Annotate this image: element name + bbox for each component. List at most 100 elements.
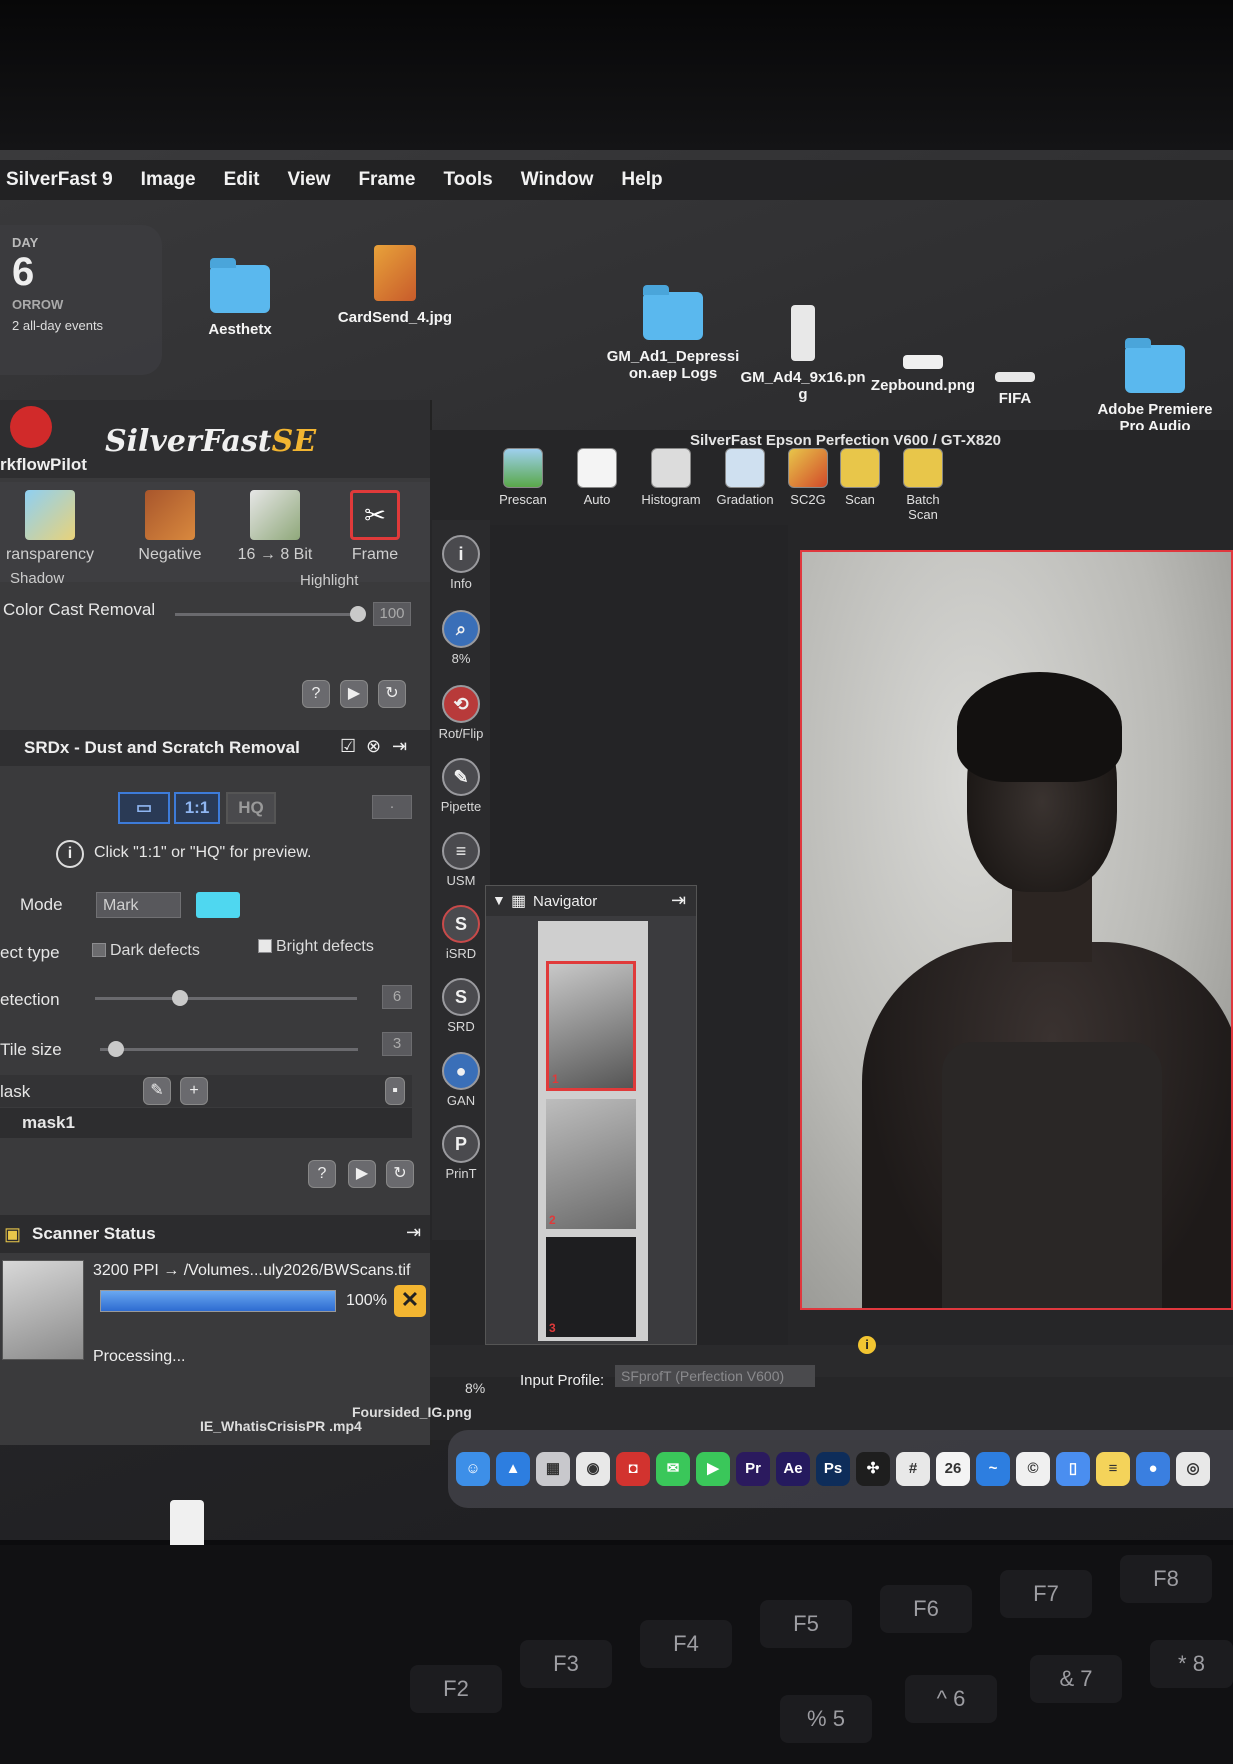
desktop-icon-gm-ad1[interactable]: GM_Ad1_Depressi on.aep Logs [607,285,739,383]
tool-srd[interactable]: S SRD [432,978,490,1034]
preview-1to1-button[interactable]: 1:1 [174,792,220,824]
tile-size-value[interactable]: 3 [382,1032,412,1056]
dock-app-launchpad[interactable]: ▦ [536,1452,570,1486]
desktop-icon-aesthetx[interactable]: Aesthetx [175,258,305,338]
mask-color-swatch[interactable] [196,892,240,918]
mask-add-icon[interactable]: + [180,1077,208,1105]
input-profile-select[interactable]: SFprofT (Perfection V600) [615,1365,815,1387]
keyboard-key[interactable]: F2 [410,1665,502,1713]
collapse-icon[interactable]: ▼ [492,892,506,908]
menu-edit[interactable]: Edit [224,169,260,191]
export-icon[interactable]: ⇥ [392,736,407,757]
dock-app-quicktime[interactable]: ● [1136,1452,1170,1486]
dock-app-photobooth[interactable]: ◘ [616,1452,650,1486]
tool-isrd[interactable]: SiSRD [432,905,490,961]
menu-tools[interactable]: Tools [443,169,492,191]
keyboard-key[interactable]: * 8 [1150,1640,1233,1688]
keyboard-key[interactable]: F6 [880,1585,972,1633]
tool-usm[interactable]: ≡ USM [432,832,490,888]
keyboard-key[interactable]: F7 [1000,1570,1092,1618]
menu-help[interactable]: Help [621,169,662,191]
dock-app-calendar[interactable]: 26 [936,1452,970,1486]
dock-app-after-effects[interactable]: Ae [776,1452,810,1486]
mode-frame[interactable]: ✂ Frame [325,490,425,564]
play-icon[interactable]: ▶ [348,1160,376,1188]
detection-slider[interactable] [95,997,357,1000]
tile-size-slider-handle[interactable] [108,1041,124,1057]
desktop-icon-fifa[interactable]: FIFA [975,350,1055,407]
toolbar-auto[interactable]: Auto [564,448,630,528]
help-icon[interactable]: ? [302,680,330,708]
toolbar-histogram[interactable]: Histogram [638,448,704,528]
dock-app-safari[interactable]: ◎ [1176,1452,1210,1486]
dock-app-figma[interactable]: ✣ [856,1452,890,1486]
tool-zoom[interactable]: ⌕ 8% [432,610,490,666]
desktop-icon-gm-ad4[interactable]: GM_Ad4_9x16.pn g [738,305,868,404]
dock-app-slack[interactable]: # [896,1452,930,1486]
menu-window[interactable]: Window [521,169,594,191]
menu-image[interactable]: Image [141,169,196,191]
menu-frame[interactable]: Frame [358,169,415,191]
detection-slider-handle[interactable] [172,990,188,1006]
dock-app-keynote[interactable]: ▲ [496,1452,530,1486]
preview-full-button[interactable]: ▭ [118,792,170,824]
srdx-mode-select[interactable]: Mark [96,892,181,918]
tool-printao[interactable]: P PrinT [432,1125,490,1181]
calendar-widget[interactable]: DAY 6 ORROW 2 all-day events [0,225,162,375]
toolbar-gradation[interactable]: Gradation [712,448,778,528]
dock-app-creative-cloud[interactable]: © [1016,1452,1050,1486]
dock-app-freeform[interactable]: ~ [976,1452,1010,1486]
toolbar-scan[interactable]: Scan [838,448,882,528]
color-cast-slider-handle[interactable] [350,606,366,622]
mask-list-item[interactable]: mask1 [0,1108,412,1138]
preview-hq-button[interactable]: HQ [226,792,276,824]
dock-app-finder[interactable]: ☺ [456,1452,490,1486]
export-icon[interactable]: ⇥ [671,890,686,911]
keyboard-key[interactable]: F4 [640,1620,732,1668]
scan-preview-image[interactable] [800,550,1233,1310]
menu-app-name[interactable]: SilverFast 9 [6,169,113,191]
desktop-file-label[interactable]: IE_WhatisCrisisPR .mp4 [200,1418,362,1434]
tool-rot-flip[interactable]: ⟲ Rot/Flip [432,685,490,741]
color-cast-slider[interactable] [175,613,355,616]
workflowpilot-logo-icon[interactable] [10,406,52,448]
keyboard-key[interactable]: F8 [1120,1555,1212,1603]
keyboard-key[interactable]: & 7 [1030,1655,1122,1703]
reset-icon[interactable]: ↻ [386,1160,414,1188]
dock-app-photoshop[interactable]: Ps [816,1452,850,1486]
check-icon[interactable]: ☑ [340,736,356,757]
menu-view[interactable]: View [287,169,330,191]
tool-info[interactable]: i Info [432,535,490,591]
warning-icon[interactable]: i [858,1336,876,1354]
dock-app-notes[interactable]: ≡ [1096,1452,1130,1486]
reset-icon[interactable]: ↻ [378,680,406,708]
mask-edit-icon[interactable]: ✎ [143,1077,171,1105]
tool-gane[interactable]: ● GAN [432,1052,490,1108]
dark-defects-checkbox[interactable]: Dark defects [92,942,200,960]
mode-negative[interactable]: Negative [120,490,220,564]
srdx-header[interactable]: SRDx - Dust and Scratch Removal ☑ ⊗ ⇥ [0,730,430,766]
keyboard-key[interactable]: % 5 [780,1695,872,1743]
tool-pipette[interactable]: ✎ Pipette [432,758,490,814]
dock-app-preview[interactable]: ▯ [1056,1452,1090,1486]
film-frame[interactable]: 1 [546,961,636,1091]
detection-value[interactable]: 6 [382,985,412,1009]
dock-app-chrome[interactable]: ◉ [576,1452,610,1486]
dock-app-facetime[interactable]: ▶ [696,1452,730,1486]
desktop-file-label[interactable]: Foursided_IG.png [352,1404,472,1420]
export-icon[interactable]: ⇥ [406,1222,421,1243]
keyboard-key[interactable]: F3 [520,1640,612,1688]
desktop-icon-zepbound[interactable]: Zepbound.png [858,335,988,394]
help-icon[interactable]: ? [308,1160,336,1188]
toolbar-batch-scan[interactable]: Batch Scan [890,448,956,528]
preview-options-button[interactable]: · [372,795,412,819]
film-frame[interactable]: 2 [546,1099,636,1229]
tile-size-slider[interactable] [100,1048,358,1051]
dock-app-premiere[interactable]: Pr [736,1452,770,1486]
color-cast-value[interactable]: 100 [373,602,411,626]
keyboard-key[interactable]: F5 [760,1600,852,1648]
play-icon[interactable]: ▶ [340,680,368,708]
mode-transparency[interactable]: ransparency [0,490,100,564]
dock-app-messages[interactable]: ✉ [656,1452,690,1486]
film-frame[interactable]: 3 [546,1237,636,1337]
